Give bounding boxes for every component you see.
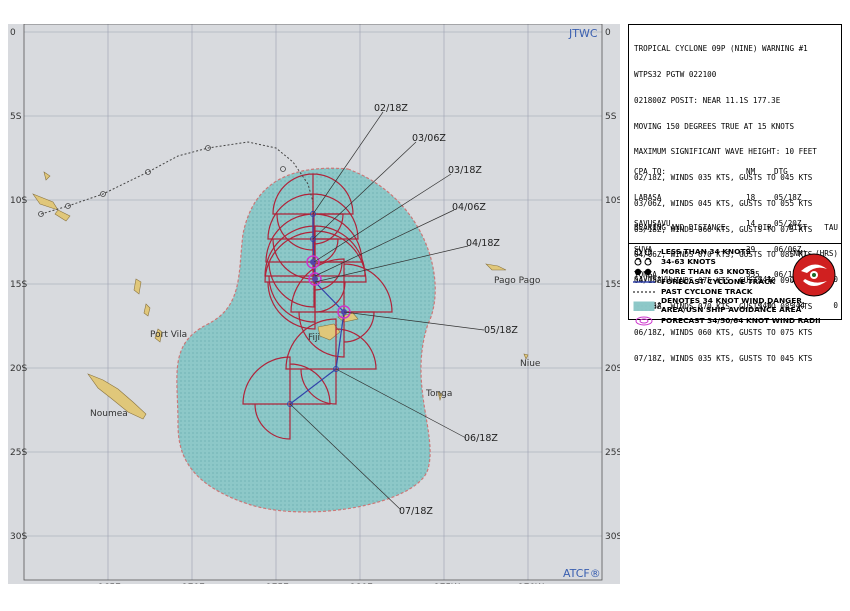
cpa-header-to: CPA TO:: [634, 167, 667, 177]
place-tonga: Tonga: [425, 389, 452, 399]
track-label-06-18z: 06/18Z: [464, 433, 498, 444]
longitude-label: 170E: [182, 583, 205, 584]
bearing-col-dist: DIST: [788, 223, 808, 233]
warning-info-panel: TROPICAL CYCLONE 09P (NINE) WARNING #1 W…: [628, 24, 842, 362]
cpa-row: LABASA 18 05/18Z: [634, 192, 802, 202]
longitude-label: 175W: [434, 583, 460, 584]
legend-34-63: 34-63 KNOTS: [633, 257, 716, 267]
track-label-03-06z: 03/06Z: [412, 133, 446, 144]
bearing-title: BEARING AND DISTANCE: [634, 223, 726, 233]
legend-wind-radii: FORECAST 34/50/64 KNOT WIND RADII: [633, 316, 821, 326]
latitude-label-right: 0: [605, 28, 611, 38]
warning-title: TROPICAL CYCLONE 09P (NINE) WARNING #1: [634, 44, 808, 54]
danger-area-swatch-icon: [633, 301, 655, 311]
longitude-label: 165E: [98, 583, 121, 584]
wind-radii-icon: [635, 316, 653, 326]
latitude-label-left: 15S: [10, 280, 27, 290]
latitude-label-right: 20S: [605, 364, 620, 374]
track-label-04-06z: 04/06Z: [452, 202, 486, 213]
legend-divider: [629, 243, 841, 244]
latitude-label-left: 30S: [10, 532, 27, 542]
legend-more-63: MORE THAN 63 KNOTS: [633, 267, 755, 277]
legend-danger-area: DENOTES 34 KNOT WIND DANGER AREA/USN SHI…: [633, 296, 802, 314]
latitude-label-right: 25S: [605, 448, 620, 458]
cpa-header-nm: NM: [746, 167, 756, 177]
latitude-label-left: 0: [10, 28, 16, 38]
jtwc-seal-icon: [792, 253, 836, 297]
longitude-label: 180E: [350, 583, 373, 584]
atcf-logo-text: ATCF®: [563, 567, 601, 580]
latitude-label-left: 5S: [10, 112, 22, 122]
typhoon-icon: [634, 268, 652, 276]
forecast-line: 06/18Z, WINDS 060 KTS, GUSTS TO 075 KTS: [634, 327, 813, 337]
latitude-label-left: 20S: [10, 364, 27, 374]
past-track-line-icon: [633, 291, 655, 293]
track-label-03-18z: 03/18Z: [448, 165, 482, 176]
warning-position: 021800Z POSIT: NEAR 11.1S 177.3E: [634, 95, 781, 105]
place-niue: Niue: [520, 359, 541, 369]
warning-motion: MOVING 150 DEGREES TRUE AT 15 KNOTS: [634, 121, 795, 131]
latitude-label-right: 10S: [605, 196, 620, 206]
latitude-label-right: 5S: [605, 112, 617, 122]
place-noumea: Noumea: [90, 409, 128, 419]
latitude-label-right: 15S: [605, 280, 620, 290]
less-than-34-icon: [634, 248, 652, 256]
warning-id: WTPS32 PGTW 022100: [634, 69, 717, 79]
place-pago-pago: Pago Pago: [494, 276, 541, 286]
latitude-label-left: 10S: [10, 196, 27, 206]
latitude-label-left: 25S: [10, 448, 27, 458]
bearing-col-tau: TAU: [824, 223, 838, 233]
track-label-05-18z: 05/18Z: [484, 325, 518, 336]
legend-forecast-track: FORECAST CYCLONE TRACK: [633, 277, 775, 287]
track-label-02-18z: 02/18Z: [374, 103, 408, 114]
forecast-line: 07/18Z, WINDS 035 KTS, GUSTS TO 045 KTS: [634, 353, 813, 363]
jtwc-logo-text: JTWC: [568, 27, 598, 40]
tropical-storm-icon: [634, 257, 652, 266]
map-panel: 0 5S 10S 15S 20S 25S 30S 0 5S 10S 15S 20S 25S 30S 16…: [8, 24, 620, 584]
place-port-vila: Port Vila: [150, 330, 187, 340]
latitude-label-right: 30S: [605, 532, 620, 542]
cpa-header-dtg: DTG: [774, 167, 788, 177]
track-label-04-18z: 04/18Z: [466, 238, 500, 249]
place-fiji: Fiji: [308, 333, 320, 343]
legend-less-34: LESS THAN 34 KNOTS: [633, 247, 751, 257]
track-label-07-18z: 07/18Z: [399, 506, 433, 517]
longitude-label: 175E: [266, 583, 289, 584]
longitude-label: 170W: [518, 583, 544, 584]
bearing-col-dir: DIR: [758, 223, 772, 233]
forecast-track-line-icon: [633, 281, 655, 283]
